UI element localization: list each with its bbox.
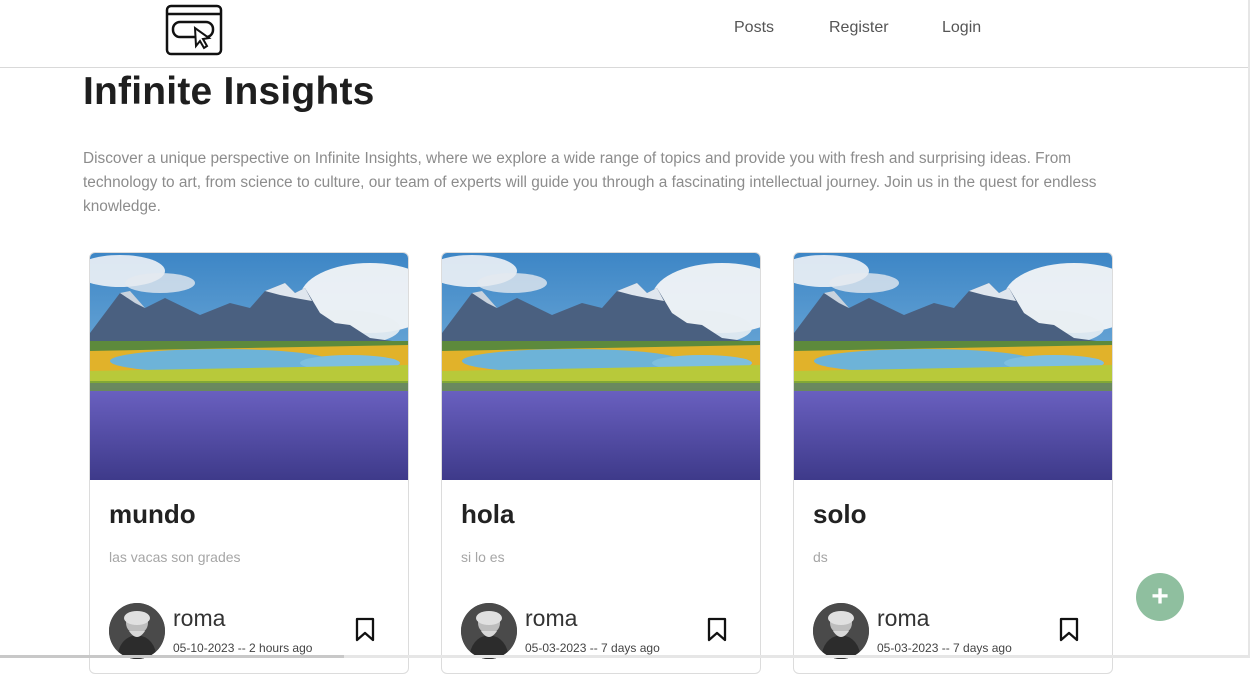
post-card-mundo[interactable]: mundo las vacas son grades roma 05-10-20…: [89, 252, 409, 674]
bookmark-icon[interactable]: [706, 617, 728, 643]
post-description: si lo es: [461, 549, 505, 565]
post-description: ds: [813, 549, 828, 565]
app-logo-icon[interactable]: [165, 4, 223, 56]
post-author: roma: [877, 605, 930, 631]
post-author: roma: [173, 605, 226, 631]
nav-link-register[interactable]: Register: [829, 19, 889, 37]
post-image: [794, 253, 1112, 480]
navbar: Posts Register Login: [0, 0, 1248, 68]
avatar: [461, 603, 517, 659]
nav-link-login[interactable]: Login: [942, 19, 981, 37]
post-image: [90, 253, 408, 480]
post-date: 05-10-2023 -- 2 hours ago: [173, 641, 313, 655]
bookmark-icon[interactable]: [354, 617, 376, 643]
bookmark-icon[interactable]: [1058, 617, 1080, 643]
post-title[interactable]: mundo: [109, 499, 196, 530]
post-title[interactable]: solo: [813, 499, 866, 530]
post-date: 05-03-2023 -- 7 days ago: [525, 641, 660, 655]
post-author: roma: [525, 605, 578, 631]
nav-link-posts[interactable]: Posts: [734, 19, 774, 37]
post-card-hola[interactable]: hola si lo es roma 05-03-2023 -- 7 days …: [441, 252, 761, 674]
page-title: Infinite Insights: [83, 70, 375, 113]
avatar: [109, 603, 165, 659]
post-date: 05-03-2023 -- 7 days ago: [877, 641, 1012, 655]
post-card-solo[interactable]: solo ds roma 05-03-2023 -- 7 days ago: [793, 252, 1113, 674]
post-title[interactable]: hola: [461, 499, 514, 530]
plus-icon: +: [1151, 580, 1169, 613]
post-description: las vacas son grades: [109, 549, 241, 565]
add-post-button[interactable]: +: [1136, 573, 1184, 621]
post-image: [442, 253, 760, 480]
intro-text: Discover a unique perspective on Infinit…: [83, 150, 1097, 215]
avatar: [813, 603, 869, 659]
